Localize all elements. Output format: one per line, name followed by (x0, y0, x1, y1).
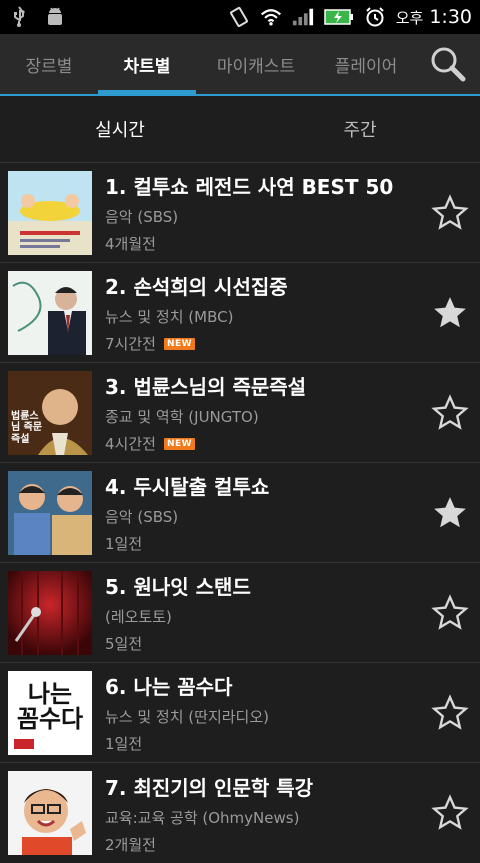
usb-icon (8, 6, 30, 28)
podcast-thumbnail (8, 570, 92, 655)
new-badge: NEW (163, 437, 196, 450)
podcast-thumbnail: 법륜스님 즉문 즉설 (8, 370, 92, 455)
star-outline-icon (431, 794, 469, 830)
item-updated: 4개월전 (105, 235, 156, 253)
chart-list: 1. 컬투쇼 레전드 사연 BEST 50 음악 (SBS) 4개월전 2. 손… (0, 163, 480, 863)
item-title: 5. 원나잇 스탠드 (105, 575, 251, 599)
tab-genre[interactable]: 장르별 (0, 34, 98, 94)
item-category: 음악 (SBS) (105, 208, 179, 226)
star-outline-icon (431, 593, 469, 630)
search-icon (431, 47, 466, 82)
new-badge: NEW (163, 337, 196, 350)
star-outline-icon (431, 693, 469, 730)
main-tab-bar: 장르별 차트별 마이캐스트 플레이어 (0, 34, 480, 96)
favorite-button[interactable] (420, 794, 480, 832)
wifi-icon (260, 6, 282, 28)
favorite-button[interactable] (420, 494, 480, 532)
item-updated: 1일전 (105, 535, 143, 553)
item-updated: 5일전 (105, 635, 143, 653)
podcast-thumbnail: 나는 꼼수다 (8, 670, 92, 755)
list-item[interactable]: 2. 손석희의 시선집중 뉴스 및 정치 (MBC) 7시간전 NEW (0, 263, 480, 363)
tab-mycast[interactable]: 마이캐스트 (196, 34, 316, 94)
search-button[interactable] (416, 34, 480, 94)
podcast-thumbnail (8, 771, 92, 855)
status-bar: 오후 1:30 (0, 0, 480, 34)
android-debug-icon (44, 6, 66, 28)
podcast-thumbnail (8, 170, 92, 255)
item-title: 6. 나는 꼼수다 (105, 675, 233, 699)
thumbnail-caption: 법륜스님 즉문 즉설 (11, 410, 43, 445)
thumbnail-caption: 나는 꼼수다 (16, 678, 84, 733)
podcast-thumbnail (8, 470, 92, 555)
tab-chart[interactable]: 차트별 (98, 34, 196, 96)
favorite-button[interactable] (420, 294, 480, 332)
item-title: 3. 법륜스님의 즉문즉설 (105, 375, 307, 399)
list-item[interactable]: 5. 원나잇 스탠드 (레오토토) 5일전 (0, 563, 480, 663)
tab-player[interactable]: 플레이어 (316, 34, 416, 94)
list-item[interactable]: 법륜스님 즉문 즉설 3. 법륜스님의 즉문즉설 종교 및 역학 (JUNGTO… (0, 363, 480, 463)
vibrate-icon (228, 6, 250, 28)
item-title: 4. 두시탈출 컬투쇼 (105, 475, 270, 499)
item-updated: 1일전 (105, 735, 143, 753)
podcast-thumbnail (8, 270, 92, 355)
item-updated: 7시간전 (105, 335, 156, 353)
signal-icon (292, 6, 314, 28)
item-category: 음악 (SBS) (105, 508, 179, 526)
subtab-realtime[interactable]: 실시간 (0, 96, 240, 162)
item-title: 1. 컬투쇼 레전드 사연 BEST 50 (105, 175, 394, 199)
list-item[interactable]: 1. 컬투쇼 레전드 사연 BEST 50 음악 (SBS) 4개월전 (0, 163, 480, 263)
star-outline-icon (431, 193, 469, 230)
favorite-button[interactable] (420, 393, 480, 432)
sub-tab-bar: 실시간 주간 (0, 96, 480, 163)
clock-time: 1:30 (429, 6, 472, 28)
list-item[interactable]: 나는 꼼수다 6. 나는 꼼수다 뉴스 및 정치 (딴지라디오) 1일전 (0, 663, 480, 763)
list-item[interactable]: 4. 두시탈출 컬투쇼 음악 (SBS) 1일전 (0, 463, 480, 563)
item-updated: 2개월전 (105, 835, 156, 854)
clock-ampm: 오후 (395, 8, 424, 27)
star-filled-icon (434, 496, 466, 527)
star-outline-icon (431, 393, 469, 430)
subtab-weekly[interactable]: 주간 (240, 96, 480, 162)
item-category: 뉴스 및 정치 (MBC) (105, 308, 234, 326)
star-filled-icon (434, 296, 466, 327)
favorite-button[interactable] (420, 693, 480, 732)
item-category: 종교 및 역학 (JUNGTO) (105, 408, 259, 426)
favorite-button[interactable] (420, 593, 480, 632)
item-category: (레오토토) (105, 608, 172, 626)
alarm-icon (364, 6, 386, 28)
item-updated: 4시간전 (105, 435, 156, 453)
list-item[interactable]: 7. 최진기의 인문학 특강 교육:교육 공학 (OhmyNews) 2개월전 (0, 763, 480, 863)
item-title: 2. 손석희의 시선집중 (105, 275, 288, 299)
favorite-button[interactable] (420, 193, 480, 232)
battery-charging-icon (323, 6, 354, 28)
item-title: 7. 최진기의 인문학 특강 (105, 775, 314, 800)
item-category: 뉴스 및 정치 (딴지라디오) (105, 708, 270, 726)
item-category: 교육:교육 공학 (OhmyNews) (105, 808, 300, 827)
